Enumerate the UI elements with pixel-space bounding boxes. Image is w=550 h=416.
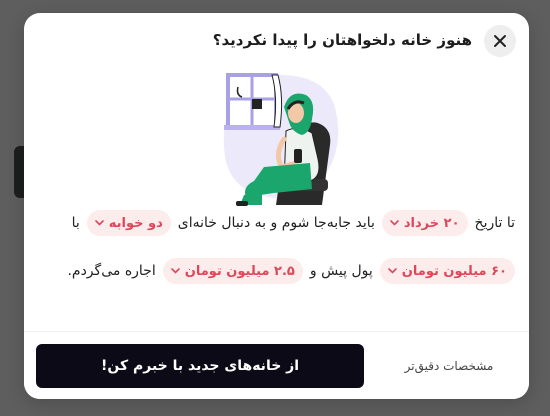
more-details-link[interactable]: مشخصات دقیق‌تر [379,344,519,388]
chevron-down-icon [94,220,104,226]
woman-with-phone-illustration [223,73,339,206]
deposit-text: پول پیش و [309,263,373,279]
chevron-down-icon [387,268,397,274]
notify-me-button[interactable]: از خانه‌های جدید با خبرم کن! [36,344,364,388]
chevron-down-icon [390,220,399,226]
rooms-select[interactable]: دو خوابه [86,210,171,236]
deposit-select[interactable]: ۶۰ میلیون تومان [379,258,515,284]
with-text: با [71,215,80,231]
chevron-down-icon [170,268,180,274]
rooms-select-label: دو خوابه [108,215,163,231]
rent-text: اجاره می‌گردم. [67,263,156,279]
move-text: باید جابه‌جا شوم و به دنبال خانه‌ای [177,215,375,231]
criteria-row-2: ۶۰ میلیون تومان پول پیش و ۲.۵ میلیون توم… [38,256,515,286]
notify-modal: هنوز خانه دلخواهتان را پیدا نکردید؟ تا ت… [24,13,529,399]
modal-footer: از خانه‌های جدید با خبرم کن! مشخصات دقیق… [24,331,529,399]
criteria-row-1: تا تاریخ ۲۰ خرداد باید جابه‌جا شوم و به … [38,208,515,238]
deposit-select-label: ۶۰ میلیون تومان [401,263,507,279]
modal-header: هنوز خانه دلخواهتان را پیدا نکردید؟ [24,13,529,69]
close-button[interactable] [484,25,516,57]
date-select-label: ۲۰ خرداد [403,215,460,231]
date-select[interactable]: ۲۰ خرداد [381,210,468,236]
rent-select-label: ۲.۵ میلیون تومان [184,263,295,279]
until-date-text: تا تاریخ [474,215,515,231]
modal-title: هنوز خانه دلخواهتان را پیدا نکردید؟ [212,31,472,49]
rent-select[interactable]: ۲.۵ میلیون تومان [162,258,303,284]
close-icon [494,35,506,47]
